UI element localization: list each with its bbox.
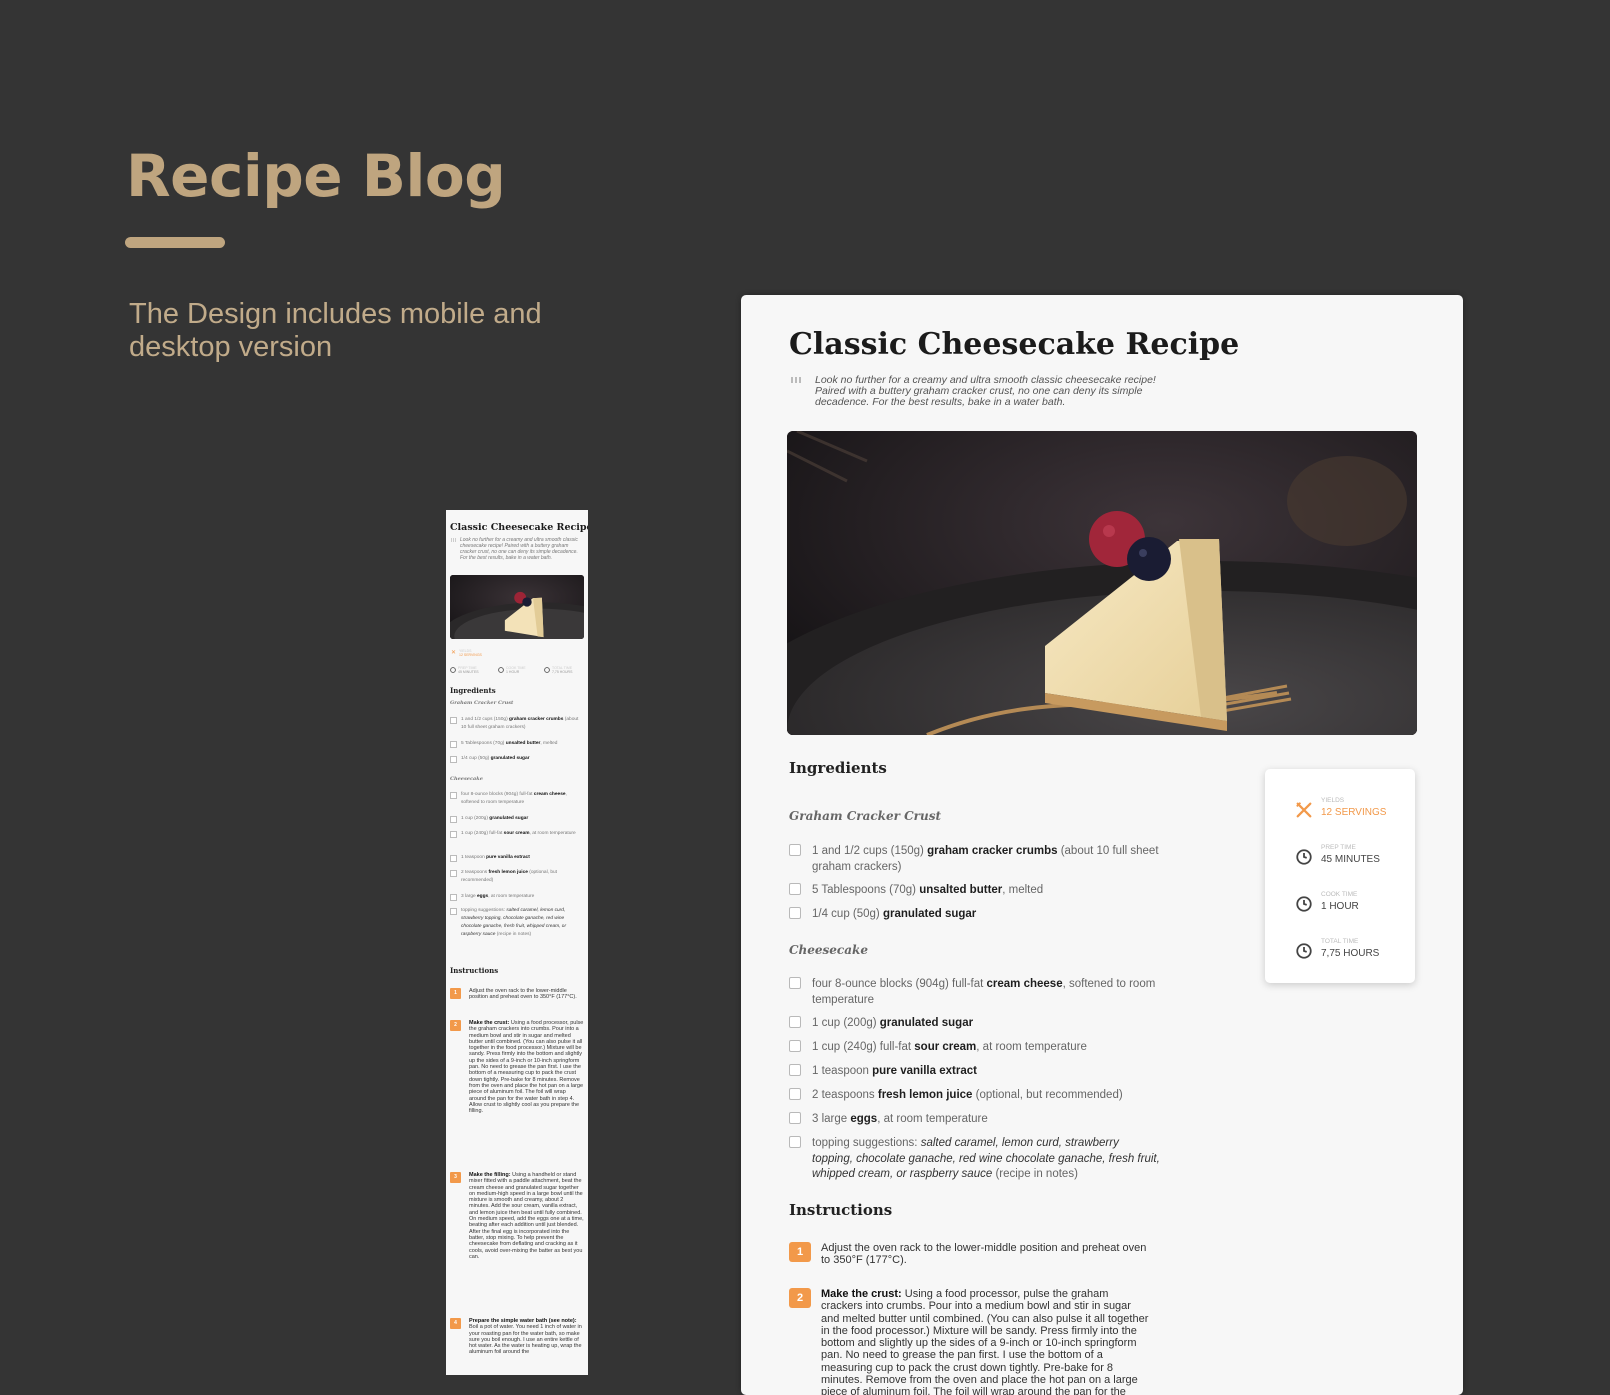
- ingredient-item[interactable]: 3 large eggs, at room temperature: [789, 1112, 1161, 1128]
- ingredient-item[interactable]: 1/4 cup (50g) granulated sugar: [789, 907, 1161, 923]
- quote-icon: [451, 538, 457, 542]
- mobile-crust-heading: Graham Cracker Crust: [450, 700, 514, 706]
- mobile-cheesecake-heading: Cheesecake: [450, 776, 483, 782]
- mobile-ingredient-item[interactable]: 5 Tablespoons (70g) unsalted butter, mel…: [450, 740, 584, 748]
- showcase-subtitle: The Design includes mobile and desktop v…: [129, 298, 542, 363]
- instruction-step: 1 Adjust the oven rack to the lower-midd…: [789, 1242, 1149, 1267]
- mobile-step: 2 Make the crust: Using a food processor…: [450, 1020, 584, 1114]
- mobile-ingredient-item[interactable]: 1 cup (200g) granulated sugar: [450, 815, 584, 823]
- title-underline: [125, 237, 225, 248]
- checkbox[interactable]: [450, 756, 457, 763]
- mobile-step: 3 Make the filling: Using a handheld or …: [450, 1172, 584, 1260]
- desktop-preview: Classic Cheesecake Recipe Look no furthe…: [741, 295, 1463, 1395]
- checkbox[interactable]: [450, 894, 457, 901]
- checkbox[interactable]: [789, 1016, 801, 1028]
- ingredient-item[interactable]: 1 cup (240g) full-fat sour cream, at roo…: [789, 1040, 1161, 1056]
- checkbox[interactable]: [450, 816, 457, 823]
- mobile-recipe-intro: Look no further for a creamy and ultra s…: [460, 537, 578, 561]
- clock-icon: [450, 667, 456, 673]
- recipe-title: Classic Cheesecake Recipe: [789, 327, 1240, 362]
- checkbox[interactable]: [450, 870, 457, 877]
- mobile-ingredient-item[interactable]: 1/4 cup (50g) granulated sugar: [450, 755, 584, 763]
- checkbox[interactable]: [450, 717, 457, 724]
- instruction-step: 2 Make the crust: Using a food processor…: [789, 1288, 1149, 1395]
- checkbox[interactable]: [789, 883, 801, 895]
- checkbox[interactable]: [450, 741, 457, 748]
- ingredient-item[interactable]: topping suggestions: salted caramel, lem…: [789, 1136, 1161, 1183]
- checkbox[interactable]: [789, 1136, 801, 1148]
- recipe-intro: Look no further for a creamy and ultra s…: [791, 375, 1181, 408]
- mobile-step: 1 Adjust the oven rack to the lower-midd…: [450, 988, 584, 1001]
- cheesecake-heading: Cheesecake: [789, 943, 868, 957]
- ingredient-item[interactable]: 5 Tablespoons (70g) unsalted butter, mel…: [789, 883, 1161, 899]
- checkbox[interactable]: [789, 907, 801, 919]
- checkbox[interactable]: [450, 908, 457, 915]
- mobile-ingredient-item[interactable]: topping suggestions: salted caramel, lem…: [450, 907, 584, 939]
- mobile-total-time: TOTAL TIME 7,75 HOURS: [544, 666, 586, 676]
- checkbox[interactable]: [789, 1040, 801, 1052]
- checkbox[interactable]: [450, 855, 457, 862]
- mobile-preview: Classic Cheesecake Recipe Look no furthe…: [446, 510, 588, 1375]
- clock-icon: [498, 667, 504, 673]
- ingredient-item[interactable]: 1 cup (200g) granulated sugar: [789, 1016, 1161, 1032]
- ingredient-item[interactable]: 1 and 1/2 cups (150g) graham cracker cru…: [789, 844, 1161, 875]
- showcase-title: Recipe Blog: [126, 142, 506, 210]
- mobile-ingredient-item[interactable]: 2 teaspoons fresh lemon juice (optional,…: [450, 869, 584, 885]
- checkbox[interactable]: [789, 844, 801, 856]
- mobile-ingredient-item[interactable]: 1 teaspoon pure vanilla extract: [450, 854, 584, 862]
- checkbox[interactable]: [789, 1112, 801, 1124]
- mobile-ingredient-item[interactable]: 3 large eggs, at room temperature: [450, 893, 584, 901]
- clock-icon: [1296, 943, 1312, 959]
- checkbox[interactable]: [789, 1088, 801, 1100]
- checkbox[interactable]: [789, 1064, 801, 1076]
- fork-knife-icon: [1296, 802, 1312, 818]
- checkbox[interactable]: [789, 977, 801, 989]
- clock-icon: [1296, 849, 1312, 865]
- step-number: 1: [789, 1242, 811, 1262]
- fork-knife-icon: ✕: [451, 650, 457, 656]
- ingredients-heading: Ingredients: [789, 759, 887, 777]
- ingredient-item[interactable]: four 8-ounce blocks (904g) full-fat crea…: [789, 977, 1161, 1008]
- quote-icon: [791, 377, 801, 383]
- mobile-times: PREP TIME 45 MINUTES COOK TIME 1 HOUR TO…: [450, 666, 584, 676]
- mobile-ingredient-item[interactable]: 1 and 1/2 cups (150g) graham cracker cru…: [450, 716, 584, 732]
- mobile-ingredients-heading: Ingredients: [450, 686, 496, 695]
- mobile-cheesecake-photo: [450, 575, 584, 639]
- crust-heading: Graham Cracker Crust: [789, 809, 942, 823]
- ingredient-item[interactable]: 1 teaspoon pure vanilla extract: [789, 1064, 1161, 1080]
- ingredient-item[interactable]: 2 teaspoons fresh lemon juice (optional,…: [789, 1088, 1161, 1104]
- mobile-cook-time: COOK TIME 1 HOUR: [498, 666, 540, 676]
- checkbox[interactable]: [450, 792, 457, 799]
- clock-icon: [544, 667, 550, 673]
- mobile-ingredient-item[interactable]: 1 cup (240g) full-fat sour cream, at roo…: [450, 830, 584, 838]
- instructions-heading: Instructions: [789, 1201, 893, 1219]
- step-number: 2: [789, 1288, 811, 1308]
- checkbox[interactable]: [450, 831, 457, 838]
- cheesecake-photo: [787, 431, 1417, 735]
- mobile-instructions-heading: Instructions: [450, 966, 499, 975]
- mobile-ingredient-item[interactable]: four 8-ounce blocks (904g) full-fat crea…: [450, 791, 584, 807]
- mobile-prep-time: PREP TIME 45 MINUTES: [450, 666, 492, 676]
- recipe-info-card: YIELDS 12 SERVINGS PREP TIME 45 MINUTES …: [1265, 769, 1415, 983]
- mobile-step: 4 Prepare the simple water bath (see not…: [450, 1318, 584, 1356]
- clock-icon: [1296, 896, 1312, 912]
- mobile-recipe-title: Classic Cheesecake Recipe: [450, 522, 588, 533]
